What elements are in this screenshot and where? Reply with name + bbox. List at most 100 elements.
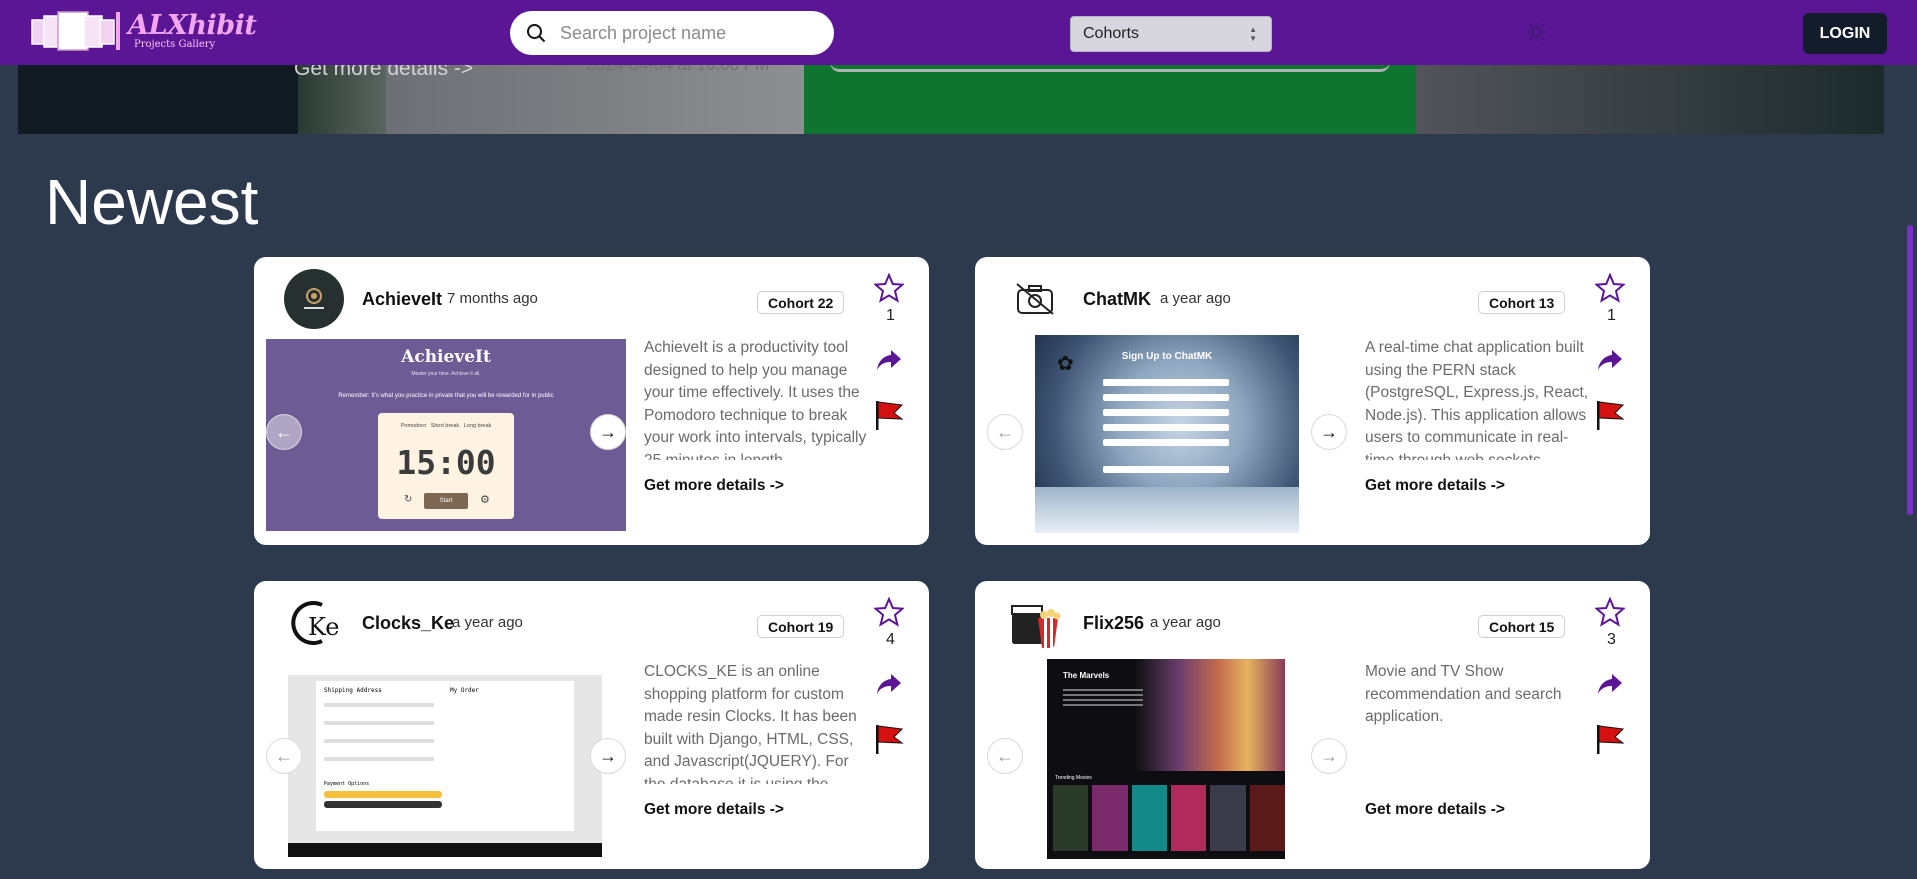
star-count: 1 (886, 307, 895, 324)
shot-poster-row (1053, 785, 1285, 851)
cohort-badge: Cohort 13 (1478, 291, 1566, 314)
prev-image-button[interactable]: ← (266, 414, 302, 450)
project-name[interactable]: AchieveIt (362, 289, 442, 310)
section-title: Newest (45, 166, 259, 238)
shot-title: AchieveIt (401, 347, 491, 367)
next-image-button[interactable]: → (590, 414, 626, 450)
cohort-badge: Cohort 15 (1478, 615, 1566, 638)
project-card[interactable]: AchieveIt 7 months ago Cohort 22 Achieve… (254, 257, 929, 545)
prev-image-button[interactable]: ← (987, 738, 1023, 774)
project-time: a year ago (452, 614, 523, 631)
project-avatar (1005, 593, 1065, 653)
next-image-button[interactable]: → (1311, 738, 1347, 774)
shot-start-button: Start (424, 493, 468, 509)
shot-tabs: Pomodoro Short break Long break (400, 423, 492, 429)
shot-topbar (288, 661, 602, 675)
share-arrow-icon[interactable] (876, 349, 902, 371)
red-flag-icon[interactable] (874, 399, 904, 431)
project-screenshot: Sign Up to ChatMK ✿ (1035, 335, 1299, 533)
share-arrow-icon[interactable] (1597, 349, 1623, 371)
arrow-left-icon: ← (996, 421, 1014, 442)
arrow-left-icon: ← (275, 745, 293, 766)
cohort-select[interactable]: Cohorts ▲ ▼ (1070, 16, 1272, 52)
share-arrow-icon[interactable] (876, 673, 902, 695)
project-card[interactable]: Ke Clocks_Ke a year ago Cohort 19 Shippi… (254, 581, 929, 869)
shot-row-title: Trending Movies (1055, 775, 1092, 781)
shot-footer (288, 843, 602, 857)
red-flag-icon[interactable] (874, 723, 904, 755)
shot-subtitle: Master your time. Achieve it all. (411, 371, 481, 377)
project-avatar (1005, 269, 1065, 329)
star-outline-icon[interactable] (874, 273, 904, 303)
shot-settings-icon: ⚙ (480, 494, 490, 506)
project-description: AchieveIt is a productivity tool designe… (644, 339, 867, 460)
shot-snow-village (1035, 487, 1299, 533)
star-outline-icon[interactable] (1595, 597, 1625, 627)
project-time: 7 months ago (447, 290, 538, 307)
next-image-button[interactable]: → (1311, 414, 1347, 450)
arrow-right-icon: → (599, 421, 617, 442)
no-image-camera-icon (1016, 283, 1054, 315)
cohort-badge: Cohort 19 (757, 615, 845, 638)
shot-shipping-title: Shipping Address (324, 687, 382, 694)
shot-timer: 15:00 (396, 443, 496, 482)
shot-title: Sign Up to ChatMK (1121, 351, 1213, 362)
project-time: a year ago (1160, 290, 1231, 307)
cohort-badge: Cohort 22 (757, 291, 845, 314)
star-count: 3 (1607, 631, 1616, 648)
sun-icon[interactable] (1527, 22, 1547, 42)
search-input[interactable] (560, 22, 810, 44)
select-arrows-icon: ▲ ▼ (1249, 25, 1257, 43)
shot-timer-panel: Pomodoro Short break Long break 15:00 St… (378, 413, 514, 519)
shot-quote: Remember: It's what you practice in priv… (338, 393, 554, 399)
project-name[interactable]: Clocks_Ke (362, 613, 454, 634)
project-description: CLOCKS_KE is an online shopping platform… (644, 663, 857, 784)
prev-image-button[interactable]: ← (987, 414, 1023, 450)
arrow-right-icon: → (1320, 745, 1338, 766)
app-logo[interactable]: ALXhibit Projects Gallery (30, 10, 257, 52)
project-card[interactable]: Flix256 a year ago Cohort 15 The Marvels… (975, 581, 1650, 869)
shot-panel: Shipping Address My Order Payment Option… (316, 681, 574, 831)
next-image-button[interactable]: → (590, 738, 626, 774)
search-icon (527, 24, 546, 43)
project-description: Movie and TV Show recommendation and sea… (1365, 663, 1562, 725)
shot-payment-title: Payment Options (324, 781, 370, 787)
app-tagline: Projects Gallery (134, 39, 216, 50)
details-link[interactable]: Get more details -> (1365, 801, 1505, 819)
details-link[interactable]: Get more details -> (644, 477, 784, 495)
arrow-left-icon: ← (275, 421, 293, 442)
clocks-ke-logo-icon: Ke (291, 601, 340, 645)
achieveit-logo-icon (304, 288, 324, 309)
project-name[interactable]: ChatMK (1083, 289, 1151, 310)
prev-image-button[interactable]: ← (266, 738, 302, 774)
login-button[interactable]: LOGIN (1803, 13, 1887, 54)
logo-mark-icon (31, 11, 120, 51)
project-screenshot: Shipping Address My Order Payment Option… (288, 661, 602, 857)
cohort-select-value: Cohorts (1083, 25, 1140, 42)
star-count: 4 (886, 631, 895, 648)
page-scrollbar[interactable] (1907, 225, 1913, 515)
star-count: 1 (1607, 307, 1616, 324)
star-outline-icon[interactable] (1595, 273, 1625, 303)
arrow-left-icon: ← (996, 745, 1014, 766)
star-outline-icon[interactable] (874, 597, 904, 627)
project-avatar (284, 269, 344, 329)
project-screenshot: The Marvels Trending Movies (1047, 659, 1285, 859)
red-flag-icon[interactable] (1595, 723, 1625, 755)
svg-text:Ke: Ke (308, 613, 340, 641)
details-link[interactable]: Get more details -> (1365, 477, 1505, 495)
shot-title: The Marvels (1063, 671, 1110, 680)
share-arrow-icon[interactable] (1597, 673, 1623, 695)
shot-sleigh: ✿ (1057, 353, 1074, 375)
project-card[interactable]: ChatMK a year ago Cohort 13 Sign Up to C… (975, 257, 1650, 545)
project-name[interactable]: Flix256 (1083, 613, 1144, 634)
project-description: A real-time chat application built using… (1365, 339, 1589, 460)
top-navbar: ALXhibit Projects Gallery Cohorts ▲▼ LOG… (0, 0, 1917, 65)
red-flag-icon[interactable] (1595, 399, 1625, 431)
arrow-right-icon: → (1320, 421, 1338, 442)
details-link[interactable]: Get more details -> (644, 801, 784, 819)
app-name: ALXhibit (128, 10, 257, 41)
project-avatar: Ke (284, 593, 344, 653)
shot-order-title: My Order (450, 687, 479, 694)
search-bar[interactable] (510, 11, 834, 55)
